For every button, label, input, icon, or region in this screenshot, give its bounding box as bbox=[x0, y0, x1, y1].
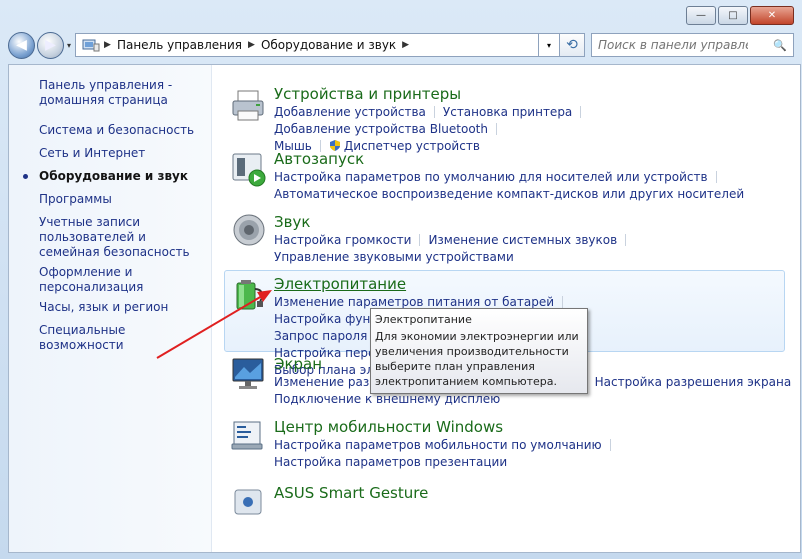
touchpad-icon bbox=[234, 489, 262, 515]
sidebar-item-home[interactable]: Панель управления - домашняя страница bbox=[39, 78, 209, 108]
link-separator bbox=[715, 171, 717, 183]
content-area: Панель управления - домашняя страница Си… bbox=[8, 64, 801, 553]
speaker-icon bbox=[233, 214, 265, 246]
maximize-button[interactable]: □ bbox=[718, 6, 748, 25]
category-links: Настройка параметров мобильности по умол… bbox=[274, 437, 794, 471]
add-bluetooth-link[interactable]: Добавление устройства Bluetooth bbox=[274, 122, 488, 136]
tooltip-title: Электропитание bbox=[375, 313, 472, 326]
category-links: Настройка громкости Изменение системных з… bbox=[274, 232, 794, 266]
autoplay-cd-link[interactable]: Автоматическое воспроизведение компакт-д… bbox=[274, 187, 744, 201]
mobility-defaults-link[interactable]: Настройка параметров мобильности по умол… bbox=[274, 438, 602, 452]
search-input[interactable] bbox=[598, 38, 749, 52]
device-manager-link[interactable]: Диспетчер устройств bbox=[344, 139, 480, 153]
main-panel: Устройства и принтеры Добавление устройс… bbox=[212, 65, 800, 552]
link-separator bbox=[625, 234, 627, 246]
breadcrumb-hardware-sound[interactable]: Оборудование и звук bbox=[261, 38, 396, 52]
presentation-settings-link[interactable]: Настройка параметров презентации bbox=[274, 455, 507, 469]
wake-password-link[interactable]: Запрос пароля п bbox=[274, 329, 379, 343]
breadcrumb-separator[interactable]: ▶ bbox=[248, 40, 255, 50]
sidebar-item-accessibility[interactable]: Специальные возможности bbox=[39, 323, 209, 353]
category-title[interactable]: Центр мобильности Windows bbox=[274, 418, 503, 436]
link-separator bbox=[495, 123, 497, 135]
recent-pages-dropdown[interactable]: ▾ bbox=[67, 41, 71, 50]
category-title[interactable]: ASUS Smart Gesture bbox=[274, 484, 428, 502]
forward-button[interactable]: ▶ bbox=[37, 31, 64, 59]
mobility-center-icon bbox=[231, 421, 263, 450]
category-title[interactable]: Звук bbox=[274, 213, 310, 231]
category-title[interactable]: Автозапуск bbox=[274, 150, 364, 168]
navigation-bar: ◀ ▶ ▾ ▶ Панель управления ▶ Оборудование… bbox=[8, 30, 794, 60]
address-bar[interactable]: ▶ Панель управления ▶ Оборудование и зву… bbox=[75, 33, 540, 57]
window-caption-buttons: — □ ✕ bbox=[686, 6, 794, 25]
address-history-dropdown[interactable]: ▾ bbox=[539, 33, 561, 57]
link-separator bbox=[580, 106, 582, 118]
sidebar-item-appearance[interactable]: Оформление и персонализация bbox=[39, 265, 159, 295]
sidebar: Панель управления - домашняя страница Си… bbox=[9, 65, 212, 552]
resolution-link[interactable]: Настройка разрешения экрана bbox=[595, 375, 792, 389]
category-title[interactable]: Устройства и принтеры bbox=[274, 85, 461, 103]
category-links: Добавление устройства Установка принтера Д… bbox=[274, 104, 794, 155]
sidebar-item-programs[interactable]: Программы bbox=[39, 192, 209, 207]
category-title[interactable]: Экран bbox=[274, 355, 322, 373]
sidebar-item-user-accounts[interactable]: Учетные записи пользователей и семейная … bbox=[39, 215, 199, 260]
window-frame: — □ ✕ ◀ ▶ ▾ ▶ Панель управления ▶ Оборуд… bbox=[0, 0, 802, 559]
breadcrumb-control-panel[interactable]: Панель управления bbox=[117, 38, 242, 52]
autoplay-defaults-link[interactable]: Настройка параметров по умолчанию для но… bbox=[274, 170, 708, 184]
category-title[interactable]: Электропитание bbox=[274, 275, 406, 293]
refresh-button[interactable]: ⟲ bbox=[560, 33, 586, 57]
search-box[interactable]: 🔍 bbox=[591, 33, 794, 57]
external-display-link[interactable]: Подключение к внешнему дисплею bbox=[274, 392, 500, 406]
system-sounds-link[interactable]: Изменение системных звуков bbox=[428, 233, 617, 247]
search-icon[interactable]: 🔍 bbox=[773, 39, 787, 52]
text-size-link[interactable]: Изменение разме bbox=[274, 375, 386, 389]
monitor-icon bbox=[232, 358, 264, 389]
tooltip: Электропитание Для экономии электроэнерг… bbox=[370, 308, 588, 394]
volume-link[interactable]: Настройка громкости bbox=[274, 233, 411, 247]
breadcrumb-separator: ▶ bbox=[104, 40, 111, 50]
sidebar-item-hardware-sound[interactable]: Оборудование и звук bbox=[23, 169, 209, 184]
sidebar-item-system-security[interactable]: Система и безопасность bbox=[39, 123, 209, 138]
install-printer-link[interactable]: Установка принтера bbox=[443, 105, 572, 119]
minimize-button[interactable]: — bbox=[686, 6, 716, 25]
current-page-bullet bbox=[23, 174, 28, 179]
close-button[interactable]: ✕ bbox=[750, 6, 794, 25]
link-separator bbox=[419, 234, 421, 246]
sidebar-item-label: Оборудование и звук bbox=[39, 169, 188, 183]
printer-icon bbox=[232, 90, 264, 121]
battery-icon bbox=[236, 280, 264, 310]
link-separator bbox=[562, 296, 564, 308]
control-panel-icon bbox=[82, 39, 100, 52]
add-device-link[interactable]: Добавление устройства bbox=[274, 105, 426, 119]
tooltip-text: Для экономии электроэнергии или увеличен… bbox=[375, 330, 579, 388]
sidebar-item-network[interactable]: Сеть и Интернет bbox=[39, 146, 209, 161]
link-separator bbox=[433, 106, 435, 118]
autoplay-icon bbox=[232, 153, 266, 187]
category-links: Настройка параметров по умолчанию для но… bbox=[274, 169, 794, 203]
back-button[interactable]: ◀ bbox=[8, 31, 35, 59]
breadcrumb-separator[interactable]: ▶ bbox=[402, 40, 409, 50]
sound-devices-link[interactable]: Управление звуковыми устройствами bbox=[274, 250, 514, 264]
battery-settings-link[interactable]: Изменение параметров питания от батарей bbox=[274, 295, 554, 309]
sidebar-item-clock-language[interactable]: Часы, язык и регион bbox=[39, 300, 209, 315]
link-separator bbox=[609, 439, 611, 451]
